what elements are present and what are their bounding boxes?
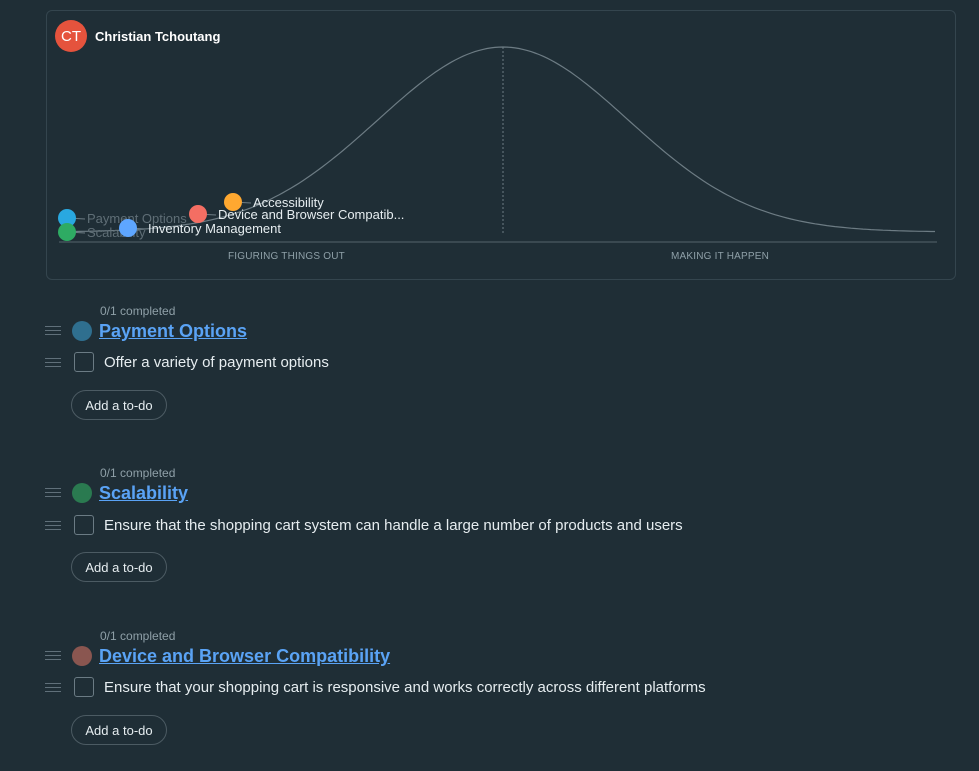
scope-color-dot: [72, 321, 92, 341]
add-todo-button[interactable]: Add a to-do: [71, 715, 167, 745]
scope-progress: 0/1 completed: [100, 304, 176, 318]
drag-handle-icon[interactable]: [45, 358, 61, 367]
hill-dot-label: Scalability: [87, 225, 146, 240]
drag-handle-icon[interactable]: [45, 326, 61, 335]
drag-handle-icon[interactable]: [45, 521, 61, 530]
scope-progress: 0/1 completed: [100, 466, 176, 480]
scope-title-link[interactable]: Scalability: [99, 483, 188, 504]
scope-color-dot: [72, 646, 92, 666]
scope-progress: 0/1 completed: [100, 629, 176, 643]
hill-curve: [66, 46, 935, 233]
drag-handle-icon[interactable]: [45, 683, 61, 692]
hill-chart: Payment OptionsScalability Inventory Mana…: [58, 46, 937, 243]
hill-dot-label: Accessibility: [253, 195, 324, 210]
drag-handle-icon[interactable]: [45, 488, 61, 497]
todo-checkbox[interactable]: [74, 677, 94, 697]
todo-text[interactable]: Ensure that your shopping cart is respon…: [104, 679, 706, 696]
phase-making-label: MAKING IT HAPPEN: [671, 251, 770, 262]
add-todo-button[interactable]: Add a to-do: [71, 390, 167, 420]
phase-figuring-label: FIGURING THINGS OUT: [228, 251, 345, 262]
todo-text[interactable]: Ensure that the shopping cart system can…: [104, 517, 683, 534]
scope-title-link[interactable]: Device and Browser Compatibility: [99, 646, 390, 667]
todo-checkbox[interactable]: [74, 352, 94, 372]
hill-dot-label: Inventory Management: [148, 221, 281, 236]
hill-dot-accessibility[interactable]: Accessibility: [224, 193, 324, 211]
scope-title-link[interactable]: Payment Options: [99, 321, 247, 342]
owner-name: Christian Tchoutang: [95, 29, 221, 44]
todo-checkbox[interactable]: [74, 515, 94, 535]
todo-text[interactable]: Offer a variety of payment options: [104, 354, 329, 371]
avatar: CT: [55, 20, 87, 52]
hill-chart-card: Payment Options Scalability Inventory Mana…: [46, 10, 956, 280]
add-todo-button[interactable]: Add a to-do: [71, 552, 167, 582]
drag-handle-icon[interactable]: [45, 651, 61, 660]
scope-color-dot: [72, 483, 92, 503]
